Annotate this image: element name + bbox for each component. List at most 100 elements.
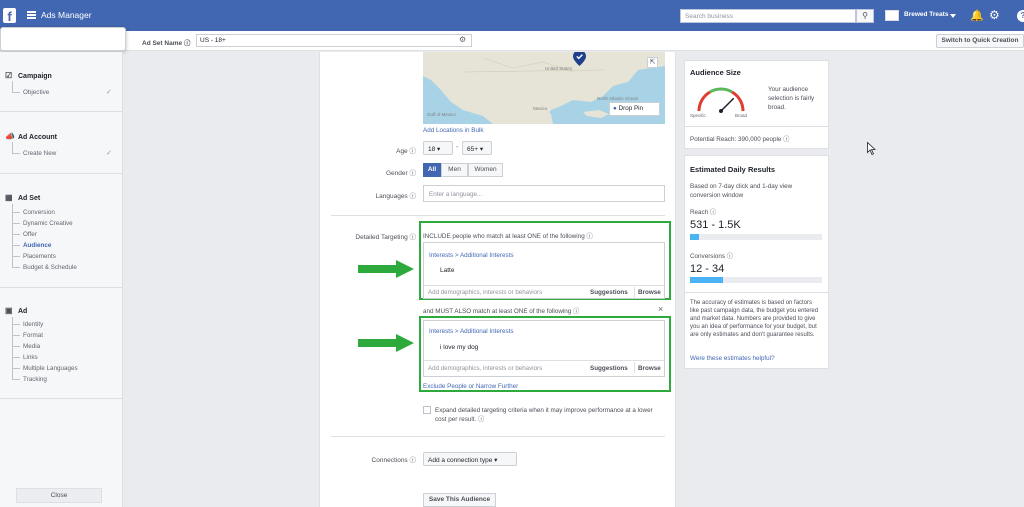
chevron-down-icon: ▾ (494, 457, 498, 464)
sidebar-item-media[interactable]: Media (23, 343, 40, 350)
expand-targeting-checkbox[interactable] (423, 406, 431, 414)
expand-targeting-text: Expand detailed targeting criteria when … (435, 407, 653, 423)
gauge-broad-label: Broad (735, 113, 748, 118)
sidebar-item-offer[interactable]: Offer (23, 231, 37, 238)
age-separator: - (456, 144, 459, 151)
search-business-input[interactable]: Search business (680, 9, 856, 23)
suggestions-button[interactable]: Suggestions (590, 289, 628, 296)
reach-bar (690, 234, 822, 240)
sidebar-item-identity[interactable]: Identity (23, 321, 43, 328)
interest-breadcrumb[interactable]: Interests > Additional Interests (429, 252, 514, 259)
reach-label: Reach ⓘ (690, 209, 717, 216)
map-label: Mexico (533, 106, 548, 111)
sidebar-item-format[interactable]: Format (23, 332, 43, 339)
browse-button[interactable]: Browse (638, 289, 661, 296)
add-locations-bulk-link[interactable]: Add Locations in Bulk (423, 127, 484, 134)
divider (331, 215, 665, 216)
gauge-specific-label: Specific (690, 113, 706, 118)
info-icon: ⓘ (573, 308, 580, 315)
suggestions-button[interactable]: Suggestions (590, 365, 628, 372)
sidebar-item-budget-schedule[interactable]: Budget & Schedule (23, 264, 77, 271)
gender-all-button[interactable]: All (423, 163, 441, 177)
browse-button[interactable]: Browse (638, 365, 661, 372)
sidebar-item-placements[interactable]: Placements (23, 253, 56, 260)
fullscreen-icon[interactable]: ⇱ (647, 57, 658, 68)
close-button[interactable]: Close (16, 488, 102, 503)
daily-results-card: Estimated Daily Results Based on 7-day c… (684, 155, 829, 369)
search-icon[interactable]: ⚲ (856, 9, 874, 23)
must-also-heading: and MUST ALSO match at least ONE of the … (423, 308, 580, 315)
potential-reach: Potential Reach: 390,000 people ⓘ (690, 136, 790, 143)
info-icon: ⓘ (183, 40, 191, 47)
info-icon: ⓘ (409, 457, 417, 464)
divider (331, 436, 665, 437)
daily-results-title: Estimated Daily Results (690, 165, 776, 174)
age-max-select[interactable]: 65+ ▾ (462, 141, 492, 155)
gear-icon[interactable]: ⚙ (989, 8, 1000, 22)
sidebar-item-tracking[interactable]: Tracking (23, 376, 47, 383)
info-icon: ⓘ (478, 416, 485, 423)
audience-size-card: Audience Size Specific Broad Your audien… (684, 60, 829, 149)
sidebar-item-objective[interactable]: Objective (23, 89, 49, 96)
connection-type-select[interactable]: Add a connection type ▾ (423, 452, 517, 466)
map-label: Gulf of Mexico (427, 112, 456, 117)
gender-men-button[interactable]: Men (441, 163, 468, 177)
menu-icon[interactable] (27, 11, 36, 19)
sidebar-heading-ad-account[interactable]: 📣 Ad Account (5, 132, 57, 141)
conversions-bar-fill (690, 277, 723, 283)
checkbox-icon: ☑ (5, 71, 13, 80)
grid-icon: ▦ (5, 193, 13, 202)
bell-icon[interactable]: 🔔 (970, 9, 984, 22)
switch-quick-creation-button[interactable]: Switch to Quick Creation (936, 34, 1024, 48)
detailed-targeting-label: Detailed Targeting ⓘ (355, 234, 416, 241)
audience-gauge (697, 87, 745, 113)
sidebar-heading-ad[interactable]: ▣ Ad (5, 306, 27, 315)
reach-value: 531 - 1.5K (690, 219, 741, 231)
sidebar-item-links[interactable]: Links (23, 354, 38, 361)
info-icon: ⓘ (409, 170, 417, 177)
chevron-down-icon: ▾ (479, 146, 484, 153)
map-label: United States (545, 66, 573, 71)
check-icon: ✓ (106, 150, 112, 157)
ad-set-name-input[interactable]: US - 18+ (196, 34, 472, 47)
sidebar-item-conversion[interactable]: Conversion (23, 209, 55, 216)
add-interests-input[interactable]: Add demographics, interests or behaviors (428, 365, 542, 372)
location-map[interactable]: United States Mexico Gulf of Mexico Nort… (423, 52, 665, 124)
gear-icon[interactable]: ⚙ (459, 35, 466, 44)
audience-size-title: Audience Size (690, 68, 741, 77)
interest-tag[interactable]: Latte (440, 267, 454, 274)
daily-results-description: Based on 7-day click and 1-day view conv… (690, 183, 793, 199)
languages-input[interactable]: Enter a language... (423, 185, 665, 202)
account-avatar[interactable] (885, 10, 899, 21)
audience-size-description: Your audience selection is fairly broad. (768, 86, 815, 111)
top-bar: f Ads Manager Search business ⚲ Brewed T… (0, 0, 1024, 31)
check-icon: ✓ (106, 89, 112, 96)
interest-tag[interactable]: i love my dog (440, 344, 478, 351)
gender-women-button[interactable]: Women (468, 163, 503, 177)
sidebar-item-audience[interactable]: Audience (23, 242, 51, 249)
sidebar-heading-campaign[interactable]: ☑ Campaign (5, 71, 52, 80)
info-icon: ⓘ (726, 253, 734, 260)
location-pin-icon: ● (613, 105, 617, 112)
facebook-logo-icon[interactable]: f (3, 8, 16, 24)
chevron-down-icon[interactable] (950, 14, 956, 18)
save-audience-button[interactable]: Save This Audience (423, 493, 496, 507)
account-name[interactable]: Brewed Treats (904, 11, 948, 18)
sidebar-heading-ad-set[interactable]: ▦ Ad Set (5, 193, 40, 202)
interest-breadcrumb[interactable]: Interests > Additional Interests (429, 328, 514, 335)
reach-bar-fill (690, 234, 700, 240)
age-min-select[interactable]: 18 ▾ (423, 141, 453, 155)
sidebar-item-dynamic-creative[interactable]: Dynamic Creative (23, 220, 73, 227)
close-icon[interactable]: × (658, 304, 663, 314)
help-icon[interactable]: ? (1017, 10, 1024, 22)
sidebar-item-create-new[interactable]: Create New (23, 150, 56, 157)
sidebar-section-ad: ▣ Ad Identity Format Media Links Multiple… (0, 288, 122, 399)
estimates-helpful-link[interactable]: Were these estimates helpful? (690, 355, 775, 362)
conversions-value: 12 - 34 (690, 263, 725, 275)
add-interests-input[interactable]: Add demographics, interests or behaviors (428, 289, 542, 296)
sidebar-item-multiple-languages[interactable]: Multiple Languages (23, 365, 78, 372)
info-icon: ⓘ (586, 233, 593, 240)
exclude-people-link[interactable]: Exclude People or Narrow Further (423, 383, 518, 390)
drop-pin-button[interactable]: ● Drop Pin (609, 102, 660, 116)
popover (0, 27, 126, 51)
